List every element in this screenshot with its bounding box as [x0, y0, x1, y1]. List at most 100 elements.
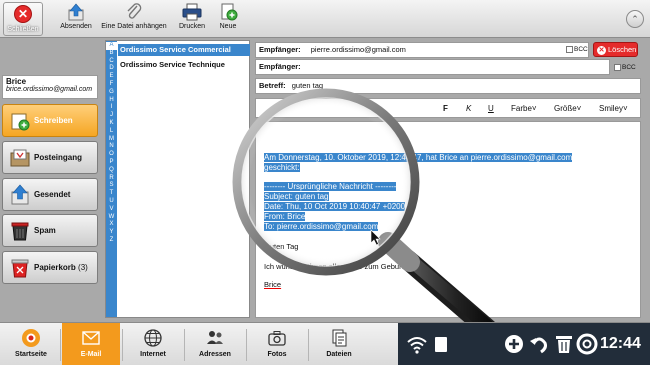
- alphabet-letter[interactable]: X: [106, 221, 117, 229]
- nav-email[interactable]: E-Mail: [62, 323, 120, 365]
- alphabet-letter[interactable]: K: [106, 120, 117, 128]
- undo-icon[interactable]: [528, 333, 550, 355]
- alphabet-letter[interactable]: J: [106, 112, 117, 120]
- camera-icon: [268, 331, 286, 346]
- color-label: Farbe: [511, 104, 532, 113]
- trash-count-badge: (3): [78, 263, 88, 272]
- nav-photos[interactable]: Fotos: [248, 323, 306, 365]
- alphabet-letter[interactable]: Q: [106, 167, 117, 175]
- account-email: brice.ordissimo@gmail.com: [6, 86, 93, 93]
- bcc-checkbox[interactable]: [566, 45, 573, 53]
- alphabet-letter[interactable]: B: [106, 50, 117, 58]
- contact-list: ABCDEFGHIJKLMNOPQRSTUVWXYZ Ordissimo Ser…: [105, 40, 250, 318]
- delete-recipient-button[interactable]: ✕ Löschen: [593, 42, 638, 57]
- folder-spam[interactable]: Spam: [2, 214, 98, 247]
- print-button[interactable]: Drucken: [175, 3, 209, 35]
- smiley-label: Smiley: [599, 104, 624, 113]
- folder-write[interactable]: Schreiben: [2, 104, 98, 137]
- battery-icon[interactable]: [432, 333, 454, 355]
- help-lifebuoy-icon[interactable]: [576, 333, 598, 355]
- alphabet-letter[interactable]: O: [106, 151, 117, 159]
- contact-item[interactable]: Ordissimo Service Technique: [118, 59, 250, 71]
- quote-intro-line-2: geschickt:: [264, 163, 300, 172]
- new-button[interactable]: Neue: [214, 3, 242, 35]
- recipient-field[interactable]: Empfänger: pierre.ordissimo@gmail.com: [255, 42, 589, 58]
- mail-app: ✕ Schließen Absenden Eine Datei anhängen…: [0, 0, 650, 365]
- alphabet-letter[interactable]: L: [106, 128, 117, 136]
- italic-button[interactable]: K: [466, 104, 471, 113]
- nav-addresses[interactable]: Adressen: [186, 323, 244, 365]
- new-label: Neue: [219, 23, 237, 30]
- subject-value[interactable]: guten tag: [292, 81, 323, 90]
- trash-icon: [11, 259, 29, 278]
- alphabet-letter[interactable]: C: [106, 58, 117, 66]
- bcc-label: BCC: [574, 46, 588, 53]
- alphabet-letter[interactable]: Z: [106, 237, 117, 245]
- alphabet-letter[interactable]: M: [106, 136, 117, 144]
- nav-photos-label: Fotos: [267, 351, 287, 358]
- folder-trash-name: Papierkorb: [34, 263, 76, 272]
- chevron-down-icon: ˅: [576, 104, 582, 113]
- close-button[interactable]: ✕ Schließen: [3, 2, 43, 36]
- format-toolbar: F K U Farbe˅ Größe˅ Smiley˅: [255, 98, 641, 118]
- account-name: Brice: [6, 77, 27, 86]
- recipient-value[interactable]: pierre.ordissimo@gmail.com: [311, 45, 406, 54]
- subject-field[interactable]: Betreff: guten tag: [255, 78, 641, 94]
- clock: 12:44: [600, 335, 641, 352]
- alphabet-letter[interactable]: F: [106, 81, 117, 89]
- paperclip-icon: [127, 3, 142, 19]
- add-icon[interactable]: [503, 333, 525, 355]
- collapse-toolbar-button[interactable]: ⌃: [626, 10, 644, 28]
- contact-item[interactable]: Ordissimo Service Commercial: [118, 44, 250, 56]
- body-signature: Brice: [264, 280, 282, 289]
- folder-sent[interactable]: Gesendet: [2, 178, 98, 211]
- bcc-toggle-2[interactable]: BCC: [614, 62, 636, 74]
- contacts-icon: [207, 331, 223, 344]
- folder-trash[interactable]: Papierkorb (3): [2, 251, 98, 284]
- alphabet-letter[interactable]: N: [106, 143, 117, 151]
- divider: [246, 329, 247, 361]
- alphabet-letter[interactable]: T: [106, 190, 117, 198]
- folder-inbox[interactable]: Posteingang: [2, 141, 98, 174]
- recipient-label-2: Empfänger:: [259, 62, 301, 71]
- nav-files[interactable]: Dateien: [310, 323, 368, 365]
- alphabet-letter[interactable]: W: [106, 214, 117, 222]
- account-box[interactable]: Brice brice.ordissimo@gmail.com: [2, 75, 98, 99]
- printer-icon: [182, 3, 202, 21]
- envelope-icon: [82, 331, 100, 345]
- alphabet-letter[interactable]: H: [106, 97, 117, 105]
- nav-internet[interactable]: Internet: [124, 323, 182, 365]
- alphabet-letter[interactable]: R: [106, 175, 117, 183]
- smiley-dropdown[interactable]: Smiley˅: [599, 104, 628, 113]
- bcc-toggle[interactable]: BCC: [566, 44, 588, 56]
- wifi-icon[interactable]: [406, 333, 428, 355]
- alphabet-letter[interactable]: E: [106, 73, 117, 81]
- nav-email-label: E-Mail: [80, 351, 102, 358]
- nav-home[interactable]: Startseite: [2, 323, 60, 365]
- bold-button[interactable]: F: [443, 104, 448, 113]
- bcc-checkbox-2[interactable]: [614, 63, 621, 71]
- attach-button[interactable]: Eine Datei anhängen: [101, 3, 167, 35]
- trash-icon[interactable]: [553, 333, 575, 355]
- folder-inbox-label: Posteingang: [34, 153, 83, 162]
- subject-label: Betreff:: [259, 81, 286, 90]
- alphabet-letter[interactable]: A: [106, 42, 117, 50]
- alphabet-letter[interactable]: U: [106, 198, 117, 206]
- alphabet-letter[interactable]: D: [106, 65, 117, 73]
- alphabet-letter[interactable]: I: [106, 104, 117, 112]
- underline-button[interactable]: U: [488, 104, 494, 113]
- alphabet-letter[interactable]: P: [106, 159, 117, 167]
- alphabet-letter[interactable]: S: [106, 182, 117, 190]
- alphabet-letter[interactable]: Y: [106, 229, 117, 237]
- divider: [60, 329, 61, 361]
- alphabet-letter[interactable]: G: [106, 89, 117, 97]
- color-dropdown[interactable]: Farbe˅: [511, 104, 537, 113]
- close-icon: ✕: [597, 46, 606, 55]
- message-editor[interactable]: Am Donnerstag, 10. Oktober 2019, 12:40:4…: [255, 121, 641, 318]
- send-button[interactable]: Absenden: [56, 3, 96, 35]
- size-dropdown[interactable]: Größe˅: [554, 104, 581, 113]
- recipient-field-2[interactable]: Empfänger:: [255, 59, 610, 75]
- compose-icon: [11, 113, 30, 131]
- alphabet-letter[interactable]: V: [106, 206, 117, 214]
- send-icon: [68, 3, 84, 21]
